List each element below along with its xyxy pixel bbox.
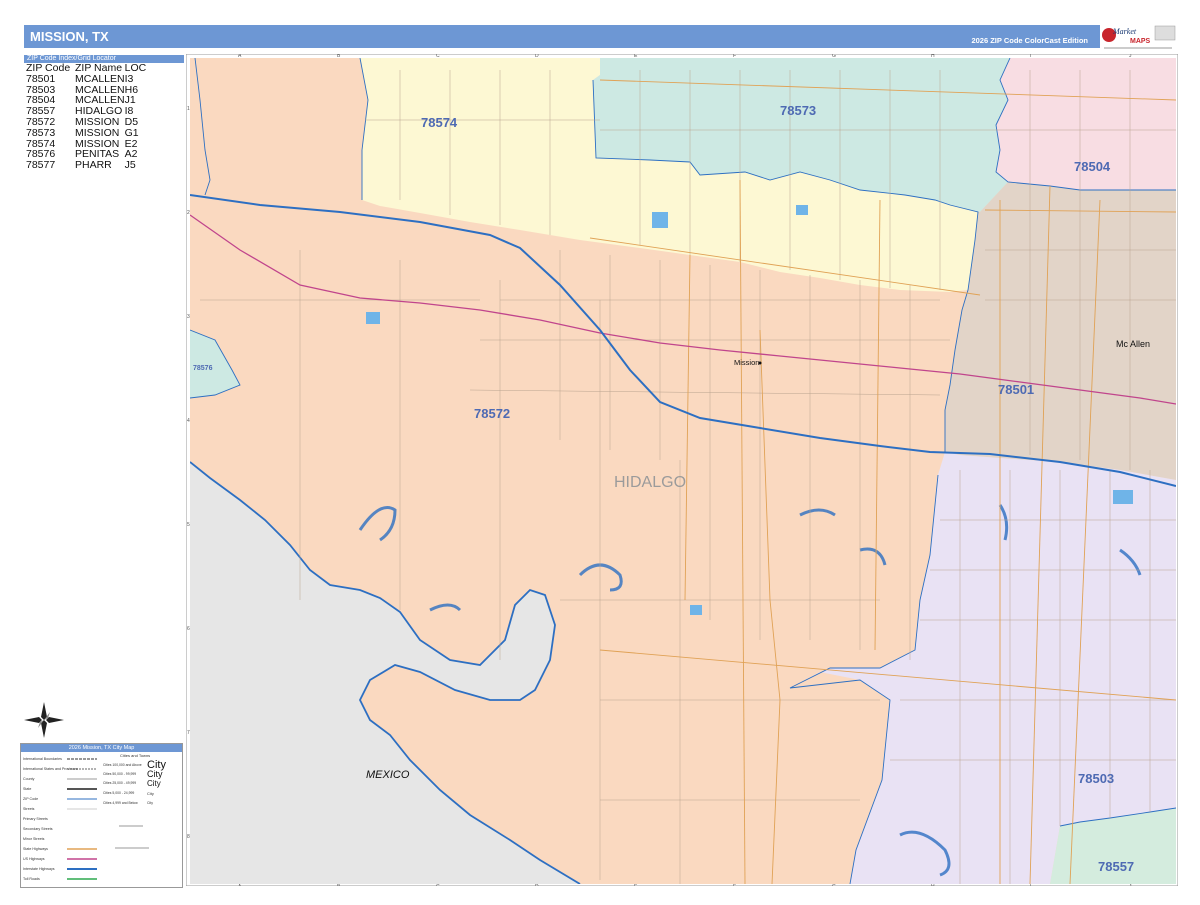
grid-number: 3 — [187, 314, 190, 320]
grid-letter: C — [436, 884, 440, 886]
map-title: MISSION, TX — [30, 29, 109, 44]
legend-item: International Boundaries — [23, 757, 62, 761]
country-label: MEXICO — [366, 769, 410, 781]
zip-index-table: ZIP Code ZIP Name LOC 78501 MCALLEN I3 785… — [26, 63, 146, 171]
cell: PHARR — [75, 159, 112, 172]
grid-letter: F — [733, 54, 736, 59]
cell: J5 — [124, 159, 136, 172]
zip-label-78574: 78574 — [421, 115, 458, 130]
legend-city-size: Cities 4,999 and Below — [103, 801, 138, 805]
legend-item: State Highways — [23, 847, 48, 851]
grid-letter: G — [832, 54, 836, 59]
grid-number: 2 — [187, 210, 190, 216]
map-area: 78574 78573 78504 78572 78501 78576 7850… — [186, 54, 1178, 886]
zip-label-78557: 78557 — [1098, 859, 1134, 874]
logo-text-top: Market — [1112, 27, 1137, 36]
grid-number: 7 — [187, 730, 190, 736]
grid-number: 4 — [187, 418, 190, 424]
legend-item: State — [23, 787, 31, 791]
grid-letter: G — [832, 884, 836, 886]
grid-letter: C — [436, 54, 440, 59]
map-legend: 2026 Mission, TX City Map International … — [20, 743, 183, 888]
zip-label-78501: 78501 — [998, 382, 1034, 397]
logo-text-bottom: MAPS — [1130, 38, 1151, 45]
grid-number: 1 — [187, 106, 190, 112]
legend-item: Toll Roads — [23, 877, 40, 881]
legend-item: Interstate Highways — [23, 867, 55, 871]
legend-item: Minor Streets — [23, 837, 45, 841]
legend-city-size: Cities 5,000 - 24,999 — [103, 791, 134, 795]
cell: MCALLEN — [75, 72, 125, 85]
cell: 78501 — [26, 72, 56, 85]
market-maps-logo: Market MAPS — [1100, 24, 1176, 52]
zip-index-panel: ZIP Code Index/Grid Locator ZIP Code ZIP… — [24, 55, 184, 171]
grid-letter: H — [931, 54, 935, 59]
title-bar: MISSION, TX 2026 ZIP Code ColorCast Edit… — [24, 25, 1100, 48]
legend-city-size: Cities 100,000 and Above — [103, 763, 142, 767]
grid-number: 8 — [187, 834, 190, 840]
grid-letter: D — [535, 54, 539, 59]
grid-letter: F — [733, 884, 736, 886]
grid-letter: I — [1030, 884, 1031, 886]
place-label-mcallen: Mc Allen — [1116, 339, 1150, 349]
city-dot-mission — [758, 361, 762, 365]
zip-index-row: 78577 PHARR J5 — [26, 160, 146, 171]
cell: 78573 — [26, 126, 56, 139]
legend-city-sample: City — [147, 779, 161, 788]
legend-cities-heading: Cities and Towns — [120, 753, 150, 758]
grid-number: 6 — [187, 626, 190, 632]
legend-item: Streets — [23, 807, 35, 811]
legend-item: Primary Streets — [23, 817, 48, 821]
legend-item: Secondary Streets — [23, 827, 53, 831]
place-label-mission: Mission — [734, 358, 759, 367]
legend-item: County — [23, 777, 35, 781]
legend-city-sample: City — [147, 791, 154, 796]
zip-label-78576: 78576 — [193, 365, 213, 372]
legend-item: ZIP Code — [23, 797, 38, 801]
cell: I3 — [124, 72, 134, 85]
legend-item: International States and Provinces — [23, 767, 78, 771]
zip-label-78503: 78503 — [1078, 771, 1114, 786]
zip-index-row: 78501 MCALLEN I3 — [26, 72, 146, 85]
legend-city-sample: City — [147, 769, 163, 779]
zip-label-78572: 78572 — [474, 406, 510, 421]
zip-label-78573: 78573 — [780, 103, 816, 118]
legend-city-size: Cities 25,000 - 49,999 — [103, 781, 136, 785]
legend-body: International Boundaries International S… — [23, 753, 166, 881]
legend-title: 2026 Mission, TX City Map — [21, 744, 182, 752]
zip-index-row: 78573 MISSION G1 — [26, 126, 146, 139]
cell: MISSION — [75, 126, 120, 139]
grid-number: 5 — [187, 522, 190, 528]
cell: G1 — [124, 126, 139, 139]
edition-label: 2026 ZIP Code ColorCast Edition — [971, 36, 1088, 45]
grid-letter: D — [535, 884, 539, 886]
county-label: HIDALGO — [614, 474, 686, 491]
zip-label-78504: 78504 — [1074, 159, 1111, 174]
compass-rose-icon — [24, 702, 64, 738]
grid-letter: H — [931, 884, 935, 886]
grid-letter: I — [1030, 54, 1031, 59]
zip-zone-78501 — [945, 182, 1176, 480]
legend-city-sample: City — [147, 801, 153, 805]
legend-city-size: Cities 50,000 - 99,999 — [103, 772, 136, 776]
cell: 78577 — [26, 159, 56, 172]
legend-item: US Highways — [23, 857, 45, 861]
